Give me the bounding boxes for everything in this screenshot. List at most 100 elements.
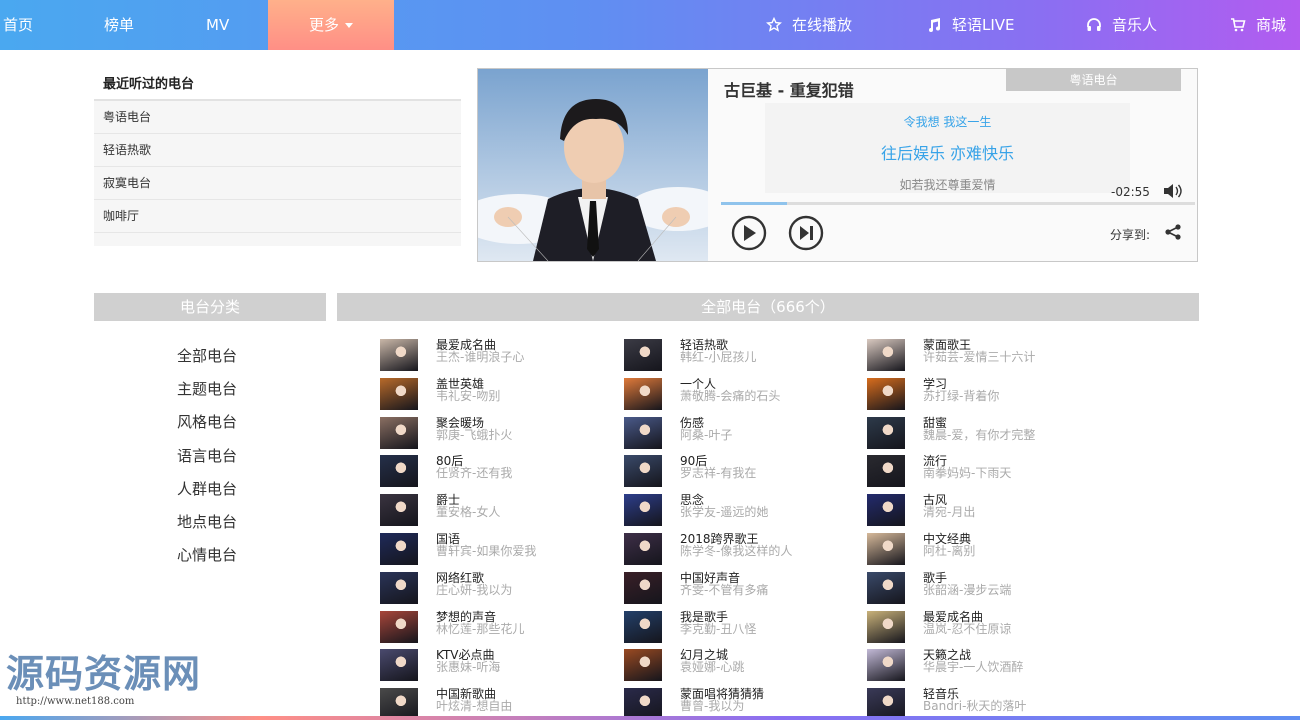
station-item[interactable]: KTV必点曲 张惠妹-听海 [380,648,610,682]
play-button[interactable] [728,215,770,251]
volume-icon[interactable] [1163,183,1183,199]
category-item[interactable]: 风格电台 [177,411,237,444]
station-song: 袁娅娜-心跳 [680,660,745,675]
station-item[interactable]: 蒙面歌王 许茹芸-爱情三十六计 [867,338,1097,372]
station-item[interactable]: 伤感 阿桑-叶子 [624,416,854,450]
nav-more[interactable]: 更多 [268,0,394,50]
station-song: 阿杜-离别 [923,544,976,558]
nav-home[interactable]: 首页 [3,0,33,50]
station-item[interactable]: 国语 曹轩宾-如果你爱我 [380,532,610,566]
station-song: 韩红-小屁孩儿 [680,350,757,364]
station-song: 苏打绿-背着你 [923,388,1000,403]
category-item[interactable]: 地点电台 [177,511,237,544]
category-item[interactable]: 语言电台 [177,445,237,478]
station-item[interactable]: 80后 任贤齐-还有我 [380,454,610,488]
station-song: 温岚-忍不住原谅 [923,621,1012,636]
station-song: Bandri-秋天的落叶 [923,699,1027,714]
station-item[interactable]: 轻语热歌 韩红-小屁孩儿 [624,338,854,372]
category-item[interactable]: 全部电台 [177,345,237,378]
station-item[interactable]: 甜蜜 魏晨-爱，有你才完整 [867,416,1097,450]
station-thumbnail [380,494,418,527]
bottom-accent-bar [0,716,1300,720]
recent-item[interactable]: 寂寞电台 [94,167,461,200]
nav-online-play[interactable]: 在线播放 [766,0,852,50]
station-song: 李克勤-丑八怪 [680,621,757,636]
station-thumbnail [380,571,418,604]
station-thumbnail [867,571,905,604]
station-song: 任贤齐-还有我 [436,466,513,481]
station-thumbnail [624,571,662,604]
lyric-line-current: 往后娱乐 亦难快乐 [880,144,1015,163]
station-song: 韦礼安-吻别 [436,388,501,403]
station-item[interactable]: 聚会暖场 郭庚-飞蛾扑火 [380,416,610,450]
headphones-icon [1087,18,1101,31]
recent-item[interactable]: 粤语电台 [94,101,461,134]
nav-musician[interactable]: 音乐人 [1086,0,1157,50]
station-thumbnail [624,377,662,410]
nav-mall[interactable]: 商城 [1230,0,1286,50]
station-item[interactable]: 盖世英雄 韦礼安-吻别 [380,377,610,411]
station-song: 张惠妹-听海 [436,660,501,675]
share-label: 分享到: [1110,228,1151,242]
category-header: 电台分类 [94,293,326,321]
station-song: 陈学冬-像我这样的人 [680,544,793,558]
station-item[interactable]: 最爱成名曲 王杰-谁明浪子心 [380,338,610,372]
station-thumbnail [867,494,905,527]
nav-charts[interactable]: 榜单 [104,0,134,50]
station-item[interactable]: 最爱成名曲 温岚-忍不住原谅 [867,610,1097,644]
progress-fill [721,202,788,205]
station-item[interactable]: 我是歌手 李克勤-丑八怪 [624,610,854,644]
nav-live-label: 轻语LIVE [952,16,1015,34]
station-item[interactable]: 古风 清宛-月出 [867,493,1097,527]
station-song: 庄心妍-我以为 [436,582,513,597]
station-item[interactable]: 学习 苏打绿-背着你 [867,377,1097,411]
station-thumbnail [624,416,662,449]
station-song: 南拳妈妈-下雨天 [923,466,1012,481]
station-thumbnail [380,377,418,410]
lyric-line: 如若我还尊重爱情 [899,178,996,192]
current-station-tag: 粤语电台 [1006,69,1181,91]
station-thumbnail [624,339,662,371]
lyric-line: 令我想 我这一生 [903,115,992,129]
station-item[interactable]: 中文经典 阿杜-离别 [867,532,1097,566]
category-item[interactable]: 心情电台 [177,544,237,577]
next-button[interactable] [785,215,827,251]
station-item[interactable]: 梦想的声音 林忆莲-那些花儿 [380,610,610,644]
progress-bar[interactable] [721,202,1195,205]
station-song: 萧敬腾-会痛的石头 [680,388,781,403]
category-item[interactable]: 主题电台 [177,378,237,411]
station-song: 王杰-谁明浪子心 [436,350,525,364]
time-remaining: -02:55 [1111,185,1150,199]
station-item[interactable]: 爵士 董安格-女人 [380,493,610,527]
station-song: 罗志祥-有我在 [680,466,757,481]
station-item[interactable]: 思念 张学友-遥远的她 [624,493,854,527]
station-item[interactable]: 流行 南拳妈妈-下雨天 [867,454,1097,488]
station-item[interactable]: 一个人 萧敬腾-会痛的石头 [624,377,854,411]
station-thumbnail [624,610,662,643]
nav-musician-label: 音乐人 [1112,16,1158,34]
nav-live[interactable]: 轻语LIVE [926,0,1015,50]
station-item[interactable]: 90后 罗志祥-有我在 [624,454,854,488]
station-thumbnail [380,455,418,488]
nav-mv[interactable]: MV [206,0,229,50]
station-thumbnail [624,649,662,682]
recent-title: 最近听过的电台 [94,68,461,101]
station-thumbnail [380,610,418,643]
station-item[interactable]: 歌手 张韶涵-漫步云端 [867,571,1097,605]
station-thumbnail [380,649,418,682]
station-item[interactable]: 网络红歌 庄心妍-我以为 [380,571,610,605]
watermark-url: http://www.net188.com [16,696,135,707]
recent-item[interactable]: 轻语热歌 [94,134,461,167]
station-thumbnail [624,494,662,527]
station-item[interactable]: 中国好声音 齐雯-不管有多痛 [624,571,854,605]
station-song: 华晨宇-一人饮酒醉 [923,660,1024,675]
share-icon[interactable] [1164,223,1182,241]
category-list: 全部电台 主题电台 风格电台 语言电台 人群电台 地点电台 心情电台 [177,345,237,577]
station-song: 许茹芸-爱情三十六计 [923,350,1036,364]
recent-item[interactable]: 咖啡厅 [94,200,461,233]
station-item[interactable]: 幻月之城 袁娅娜-心跳 [624,648,854,682]
recent-stations-panel: 最近听过的电台 粤语电台 轻语热歌 寂寞电台 咖啡厅 [94,68,461,246]
station-item[interactable]: 2018跨界歌王 陈学冬-像我这样的人 [624,532,854,566]
station-item[interactable]: 天籁之战 华晨宇-一人饮酒醉 [867,648,1097,682]
category-item[interactable]: 人群电台 [177,478,237,511]
